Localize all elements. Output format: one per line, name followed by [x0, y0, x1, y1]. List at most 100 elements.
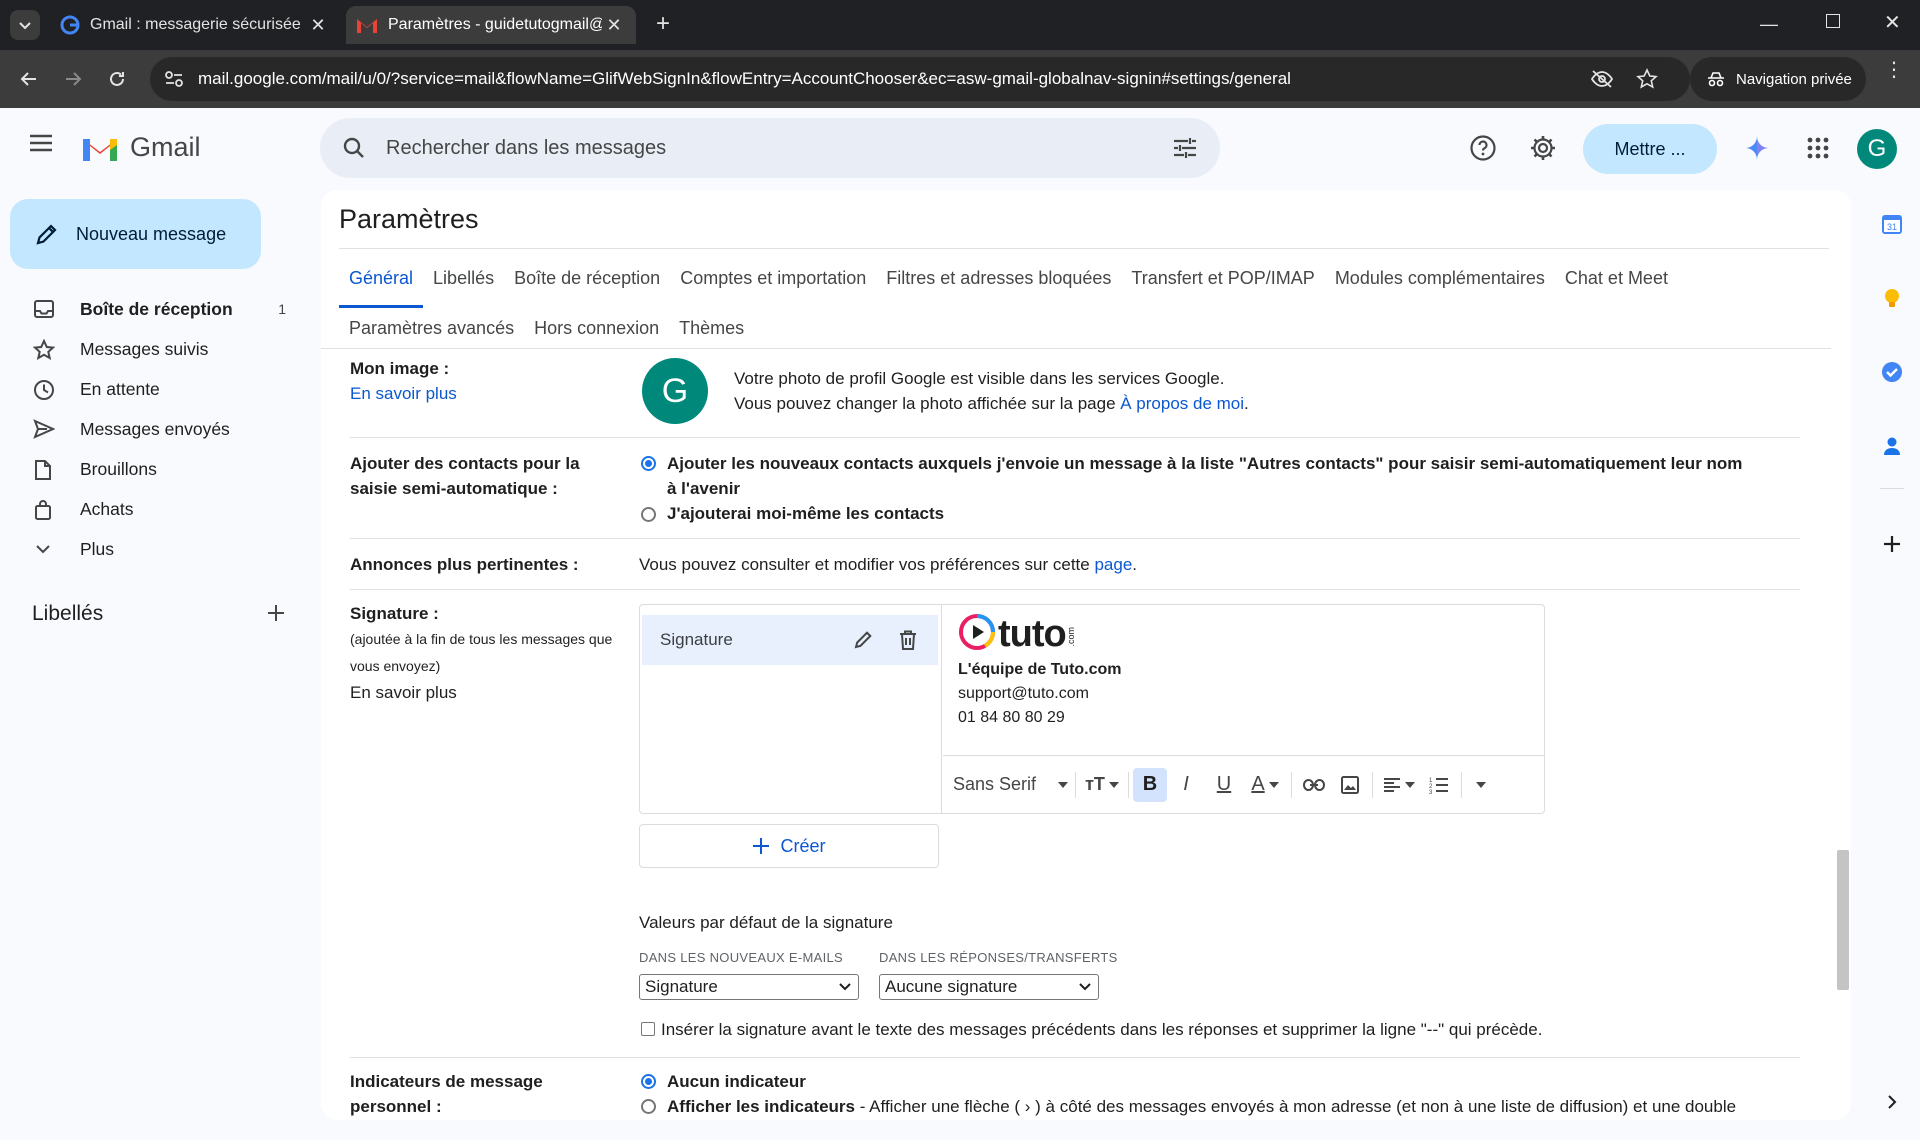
align-button[interactable] — [1377, 768, 1421, 802]
reload-button[interactable] — [100, 62, 134, 96]
hide-side-panel-button[interactable] — [1874, 1084, 1910, 1120]
tab-offline[interactable]: Hors connexion — [524, 312, 669, 350]
tab-accounts[interactable]: Comptes et importation — [670, 262, 876, 300]
keep-app-button[interactable] — [1874, 280, 1910, 316]
site-settings-icon[interactable] — [164, 70, 184, 88]
bold-button[interactable]: B — [1133, 767, 1167, 802]
tab-addons[interactable]: Modules complémentaires — [1325, 262, 1555, 300]
edit-icon[interactable] — [852, 629, 874, 651]
sidebar-item-drafts[interactable]: Brouillons — [0, 449, 300, 489]
underline-button[interactable]: U — [1205, 768, 1243, 802]
tab-filters[interactable]: Filtres et adresses bloquées — [876, 262, 1121, 300]
indicators-label: Indicateurs de message personnel : — [350, 1069, 543, 1119]
setting-label-line: Ajouter des contacts pour la — [350, 454, 580, 473]
search-input[interactable]: Rechercher dans les messages — [386, 137, 1172, 160]
signature-name: Signature — [660, 630, 733, 649]
tab-search-button[interactable] — [10, 10, 40, 40]
no-indicators-radio[interactable] — [641, 1074, 656, 1089]
address-bar[interactable]: mail.google.com/mail/u/0/?service=mail&f… — [150, 57, 1690, 101]
tab-advanced[interactable]: Paramètres avancés — [339, 312, 524, 350]
forward-button[interactable] — [56, 62, 90, 96]
inbox-icon — [34, 300, 54, 318]
option-title: Afficher les indicateurs — [667, 1097, 856, 1116]
account-avatar[interactable]: G — [1857, 129, 1897, 169]
add-label-button[interactable] — [265, 602, 287, 624]
create-signature-button[interactable]: Créer — [639, 824, 939, 868]
settings-button[interactable] — [1523, 128, 1563, 168]
send-icon — [33, 419, 55, 439]
italic-button[interactable]: I — [1167, 768, 1205, 802]
signature-editor: Signature tuto .com L'équipe de Tuto.com… — [639, 604, 1545, 814]
new-tab-button[interactable]: + — [650, 12, 676, 38]
gemini-button[interactable] — [1737, 128, 1777, 168]
delete-icon[interactable] — [898, 629, 918, 651]
tab-themes[interactable]: Thèmes — [669, 312, 754, 350]
close-tab-icon[interactable]: ✕ — [306, 13, 330, 37]
gmail-logo[interactable]: Gmail — [80, 132, 201, 163]
calendar-app-button[interactable]: 31 — [1874, 206, 1910, 242]
main-menu-button[interactable] — [28, 133, 54, 153]
autocomplete-manual-radio[interactable] — [641, 507, 656, 522]
eye-off-icon[interactable] — [1590, 69, 1614, 89]
picture-info-line2: Vous pouvez changer la photo affichée su… — [734, 391, 1249, 416]
reply-signature-select[interactable]: Aucune signature — [879, 974, 1099, 1000]
sidebar-item-more[interactable]: Plus — [0, 529, 300, 569]
more-formatting-button[interactable] — [1466, 768, 1496, 802]
sidebar-item-starred[interactable]: Messages suivis — [0, 329, 300, 369]
browser-menu-button[interactable]: ⋮ — [1884, 60, 1904, 80]
profile-avatar[interactable]: G — [642, 358, 708, 424]
formatting-toolbar: Sans Serif тT B I U A 1 2 3 — [943, 755, 1545, 813]
help-button[interactable] — [1463, 128, 1503, 168]
search-bar[interactable]: Rechercher dans les messages — [320, 118, 1220, 178]
sidebar-item-sent[interactable]: Messages envoyés — [0, 409, 300, 449]
new-mail-signature-select[interactable]: Signature — [639, 974, 859, 1000]
font-size-button[interactable]: тT — [1080, 768, 1124, 802]
tab-forwarding[interactable]: Transfert et POP/IMAP — [1121, 262, 1324, 300]
ads-page-link[interactable]: page — [1094, 555, 1132, 574]
tasks-app-button[interactable] — [1874, 354, 1910, 390]
about-me-link[interactable]: À propos de moi — [1120, 394, 1244, 413]
restore-button[interactable] — [1826, 14, 1840, 28]
browser-tab-gmail[interactable]: Gmail : messagerie sécurisée op ✕ — [50, 6, 340, 44]
learn-more-link[interactable]: En savoir plus — [350, 381, 457, 406]
apps-button[interactable] — [1798, 128, 1838, 168]
insert-before-checkbox[interactable] — [641, 1022, 655, 1036]
insert-image-button[interactable] — [1332, 768, 1368, 802]
signature-list-item[interactable]: Signature — [642, 615, 938, 665]
search-icon[interactable] — [342, 136, 366, 160]
text-size-icon: тT — [1085, 774, 1105, 794]
tab-labels[interactable]: Libellés — [423, 262, 504, 300]
upgrade-button[interactable]: Mettre ... — [1583, 124, 1717, 174]
autocomplete-auto-option-line2: à l'avenir — [667, 479, 741, 498]
link-button[interactable] — [1296, 768, 1332, 802]
autocomplete-auto-radio[interactable] — [641, 456, 656, 471]
signature-learn-more-link[interactable]: En savoir plus — [350, 680, 457, 705]
scrollbar[interactable] — [1837, 850, 1849, 990]
tab-chat-meet[interactable]: Chat et Meet — [1555, 262, 1678, 300]
font-family-select[interactable]: Sans Serif — [943, 768, 1071, 802]
setting-label: Mon image : — [350, 359, 450, 378]
sidebar-item-purchases[interactable]: Achats — [0, 489, 300, 529]
image-icon — [1341, 775, 1359, 794]
contacts-app-button[interactable] — [1874, 428, 1910, 464]
sidebar-item-inbox[interactable]: Boîte de réception 1 — [0, 289, 300, 329]
show-indicators-radio[interactable] — [641, 1099, 656, 1114]
sidebar-item-label: Boîte de réception — [80, 298, 233, 319]
search-options-icon[interactable] — [1172, 136, 1198, 160]
sidebar-item-snoozed[interactable]: En attente — [0, 369, 300, 409]
private-browsing-indicator[interactable]: Navigation privée — [1690, 57, 1866, 101]
get-addons-button[interactable] — [1874, 526, 1910, 562]
star-bookmark-icon[interactable] — [1636, 68, 1658, 90]
back-button[interactable] — [12, 62, 46, 96]
toolbar-separator — [1128, 771, 1129, 798]
close-tab-icon[interactable]: ✕ — [602, 13, 626, 37]
numbered-list-button[interactable]: 123 — [1421, 768, 1457, 802]
compose-button[interactable]: Nouveau message — [10, 199, 261, 269]
tab-general[interactable]: Général — [339, 262, 424, 308]
minimize-button[interactable]: — — [1760, 14, 1778, 35]
text-color-button[interactable]: A — [1243, 768, 1287, 802]
close-window-button[interactable]: ✕ — [1884, 10, 1901, 35]
punctuation: . — [1132, 555, 1138, 574]
browser-tab-settings[interactable]: Paramètres - guidetutogmail@ ✕ — [346, 6, 636, 44]
tab-inbox[interactable]: Boîte de réception — [504, 262, 670, 300]
